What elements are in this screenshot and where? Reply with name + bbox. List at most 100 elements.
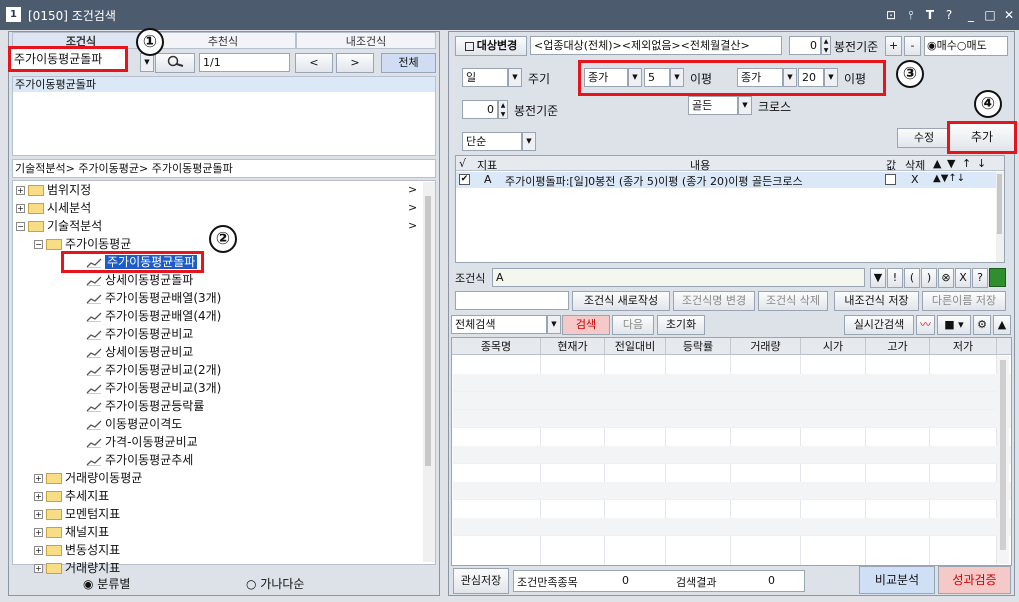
param2-price-select[interactable]: 종가 [737, 68, 783, 87]
close-icon[interactable]: ✕ [1000, 6, 1018, 24]
expand-icon[interactable]: + [16, 204, 25, 213]
expr-operator-button[interactable]: ⊗ [938, 268, 954, 288]
grid-header-cell[interactable]: 전일대비 [605, 338, 666, 355]
tree-scrollbar[interactable] [423, 182, 435, 562]
stop-icon[interactable]: ■ ▾ [937, 315, 971, 335]
reset-button[interactable]: 초기화 [657, 315, 705, 335]
settings-gear-icon[interactable]: ⚙ [973, 315, 991, 335]
tree-item[interactable]: 상세이동평균비교 [86, 343, 193, 361]
tree-item[interactable]: 주가이동평균등락률 [86, 397, 204, 415]
tab-my-condition[interactable]: 내조건식 [296, 32, 436, 49]
expand-icon[interactable]: + [34, 546, 43, 555]
submenu-arrow-icon[interactable]: > [408, 219, 417, 232]
tree-item[interactable]: + 모멘텀지표 [34, 505, 120, 523]
target-change-button[interactable]: 대상변경 [455, 36, 527, 56]
tree-item[interactable]: 주가이동평균비교(2개) [86, 361, 221, 379]
new-condition-button[interactable]: 조건식 새로작성 [572, 291, 670, 311]
ma-type-select[interactable]: 단순 [462, 132, 522, 151]
tree-item[interactable]: + 시세분석 [16, 199, 91, 217]
ma-type-dropdown-arrow[interactable]: ▼ [522, 132, 536, 151]
expr-operator-button[interactable]: ▼ [870, 268, 886, 288]
tree-item[interactable]: 주가이동평균비교(3개) [86, 379, 221, 397]
bong-input[interactable]: 0 [789, 36, 821, 55]
compare-analysis-button[interactable]: 비교분석 [859, 566, 935, 594]
condition-row-delete[interactable]: X [911, 173, 919, 186]
grid-header-cell[interactable]: 등락률 [666, 338, 731, 355]
prev-button[interactable]: < [295, 53, 333, 73]
expr-operator-button[interactable]: X [955, 268, 971, 288]
expand-icon[interactable]: + [34, 492, 43, 501]
grid-header-cell[interactable]: 현재가 [541, 338, 605, 355]
search-run-button[interactable]: 검색 [562, 315, 610, 335]
condition-row-value-checkbox[interactable] [885, 174, 896, 185]
param1-price-arrow[interactable]: ▼ [628, 68, 642, 87]
watch-save-button[interactable]: 관심저장 [453, 568, 509, 594]
grid-header-cell[interactable]: 고가 [866, 338, 930, 355]
add-button[interactable]: 추가 [947, 121, 1017, 154]
period-dropdown-arrow[interactable]: ▼ [508, 68, 522, 87]
save-my-condition-button[interactable]: 내조건식 저장 [834, 291, 919, 311]
cross-type-select[interactable]: 골든 [688, 96, 738, 115]
collapse-up-icon[interactable]: ▲ [993, 315, 1011, 335]
expand-icon[interactable]: + [34, 528, 43, 537]
tree-item[interactable]: 주가이동평균추세 [86, 451, 193, 469]
all-button[interactable]: 전체 [381, 53, 436, 73]
expr-operator-button[interactable]: ! [887, 268, 903, 288]
expand-icon[interactable]: + [34, 510, 43, 519]
tree-item[interactable]: + 추세지표 [34, 487, 109, 505]
search-scope-arrow[interactable]: ▼ [547, 315, 561, 334]
grid-header-cell[interactable]: 종목명 [452, 338, 541, 355]
target-field[interactable]: <업종대상(전체)><제외없음><전체월결산> [530, 36, 782, 55]
edit-button[interactable]: 수정 [897, 128, 951, 148]
tree-item[interactable]: + 거래량이동평균 [34, 469, 142, 487]
expr-operator-button[interactable]: ( [904, 268, 920, 288]
param2-price-arrow[interactable]: ▼ [783, 68, 797, 87]
performance-verify-button[interactable]: 성과검증 [938, 566, 1011, 594]
condition-row-move-buttons[interactable]: ▲▼↑↓ [933, 173, 965, 184]
condition-row-checkbox[interactable]: ✔ [459, 174, 470, 185]
cross-type-arrow[interactable]: ▼ [738, 96, 752, 115]
bong2-spinner[interactable]: ▲ ▼ [498, 100, 508, 119]
expr-operator-button[interactable]: ) [921, 268, 937, 288]
submenu-arrow-icon[interactable]: > [408, 183, 417, 196]
param1-period-arrow[interactable]: ▼ [670, 68, 684, 87]
maximize-icon[interactable]: □ [981, 6, 999, 24]
tab-recommend[interactable]: 추천식 [150, 32, 296, 49]
tree-item[interactable]: + 변동성지표 [34, 541, 120, 559]
tree-item[interactable]: + 범위지정 [16, 181, 91, 199]
save-as-button[interactable]: 다른이름 저장 [922, 291, 1006, 311]
submenu-arrow-icon[interactable]: > [408, 201, 417, 214]
condition-search-input[interactable]: 주가이동평균돌파 [8, 46, 128, 72]
tree-item[interactable]: 이동평균이격도 [86, 415, 182, 433]
expr-name-input[interactable] [455, 291, 569, 310]
excel-icon[interactable] [989, 268, 1006, 287]
period-select[interactable]: 일 [462, 68, 508, 87]
param1-price-select[interactable]: 종가 [584, 68, 628, 87]
search-scope-select[interactable]: 전체검색 [451, 315, 547, 334]
chart-icon[interactable]: 〰 [916, 315, 935, 335]
realtime-search-button[interactable]: 실시간검색 [844, 315, 914, 335]
tree-item[interactable]: + 채널지표 [34, 523, 109, 541]
grid-header-cell[interactable]: 거래량 [731, 338, 801, 355]
bong2-input[interactable]: 0 [462, 100, 498, 119]
minimize-icon[interactable]: _ [962, 6, 980, 24]
bong-spinner[interactable]: ▲ ▼ [821, 36, 831, 55]
tree-item[interactable]: 주가이동평균배열(4개) [86, 307, 221, 325]
param2-period-arrow[interactable]: ▼ [824, 68, 838, 87]
expand-icon[interactable]: + [34, 474, 43, 483]
param1-period-select[interactable]: 5 [644, 68, 670, 87]
help-icon[interactable]: ? [940, 6, 958, 24]
tree-item[interactable]: − 기술적분석 [16, 217, 102, 235]
search-button[interactable] [155, 53, 195, 73]
next-button[interactable]: > [336, 53, 374, 73]
rename-button[interactable]: 조건식명 변경 [673, 291, 755, 311]
radio-category[interactable]: ◉ 분류별 [83, 575, 130, 592]
plus-button[interactable]: + [885, 36, 902, 56]
result-list-item[interactable]: 주가이동평균돌파 [13, 77, 435, 92]
condition-list-scrollbar[interactable] [996, 172, 1004, 262]
expr-operator-button[interactable]: ? [972, 268, 988, 288]
grid-header-cell[interactable]: 저가 [930, 338, 997, 355]
collapse-icon[interactable]: − [34, 240, 43, 249]
expand-icon[interactable]: + [16, 186, 25, 195]
minus-button[interactable]: - [904, 36, 921, 56]
